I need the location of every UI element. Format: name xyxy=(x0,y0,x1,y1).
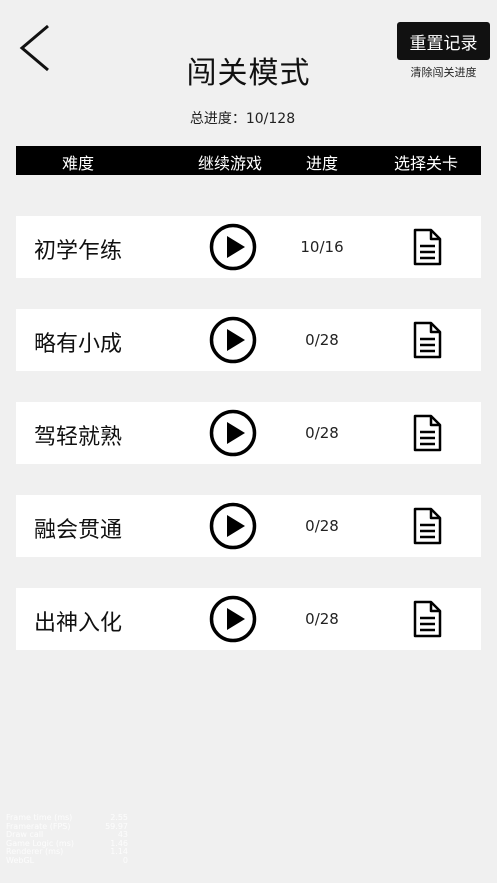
document-icon xyxy=(413,414,442,452)
debug-stat: WebGL 0 xyxy=(6,855,128,865)
reset-record-label: 重置记录 xyxy=(409,33,478,54)
header-difficulty: 难度 xyxy=(61,154,95,173)
header-continue: 继续游戏 xyxy=(197,154,263,173)
continue-play-button[interactable] xyxy=(209,409,257,457)
reset-record-button[interactable]: 重置记录 xyxy=(397,22,490,60)
continue-play-button[interactable] xyxy=(209,502,257,550)
document-icon xyxy=(413,321,442,359)
play-circle-icon xyxy=(209,502,257,550)
select-level-button[interactable] xyxy=(412,228,442,266)
debug-stats-overlay: Frame time (ms) 2.55 Framerate (FPS) 59.97… xyxy=(6,813,128,866)
continue-play-button[interactable] xyxy=(209,316,257,364)
level-name: 出神入化 xyxy=(34,611,123,636)
play-circle-icon xyxy=(209,595,257,643)
play-circle-icon xyxy=(209,316,257,364)
level-name: 融会贯通 xyxy=(34,518,123,543)
level-row: 初学乍练 10/16 xyxy=(16,216,481,278)
header-progress: 进度 xyxy=(305,154,339,173)
table-header: 难度 继续游戏 进度 选择关卡 xyxy=(16,146,481,175)
play-circle-icon xyxy=(209,409,257,457)
document-icon xyxy=(413,600,442,638)
level-name: 略有小成 xyxy=(34,332,123,357)
reset-record-subtitle: 清除闯关进度 xyxy=(410,66,477,79)
total-progress: 总进度：10/128 xyxy=(189,111,296,127)
level-row: 融会贯通 0/28 xyxy=(16,495,481,557)
select-level-button[interactable] xyxy=(412,321,442,359)
header-select-level: 选择关卡 xyxy=(393,154,459,173)
play-circle-icon xyxy=(209,223,257,271)
select-level-button[interactable] xyxy=(412,600,442,638)
level-name: 初学乍练 xyxy=(34,239,123,264)
level-row: 驾轻就熟 0/28 xyxy=(16,402,481,464)
select-level-button[interactable] xyxy=(412,414,442,452)
level-name: 驾轻就熟 xyxy=(34,425,123,450)
continue-play-button[interactable] xyxy=(209,595,257,643)
document-icon xyxy=(413,507,442,545)
continue-play-button[interactable] xyxy=(209,223,257,271)
level-row: 略有小成 0/28 xyxy=(16,309,481,371)
document-icon xyxy=(413,228,442,266)
level-row: 出神入化 0/28 xyxy=(16,588,481,650)
select-level-button[interactable] xyxy=(412,507,442,545)
